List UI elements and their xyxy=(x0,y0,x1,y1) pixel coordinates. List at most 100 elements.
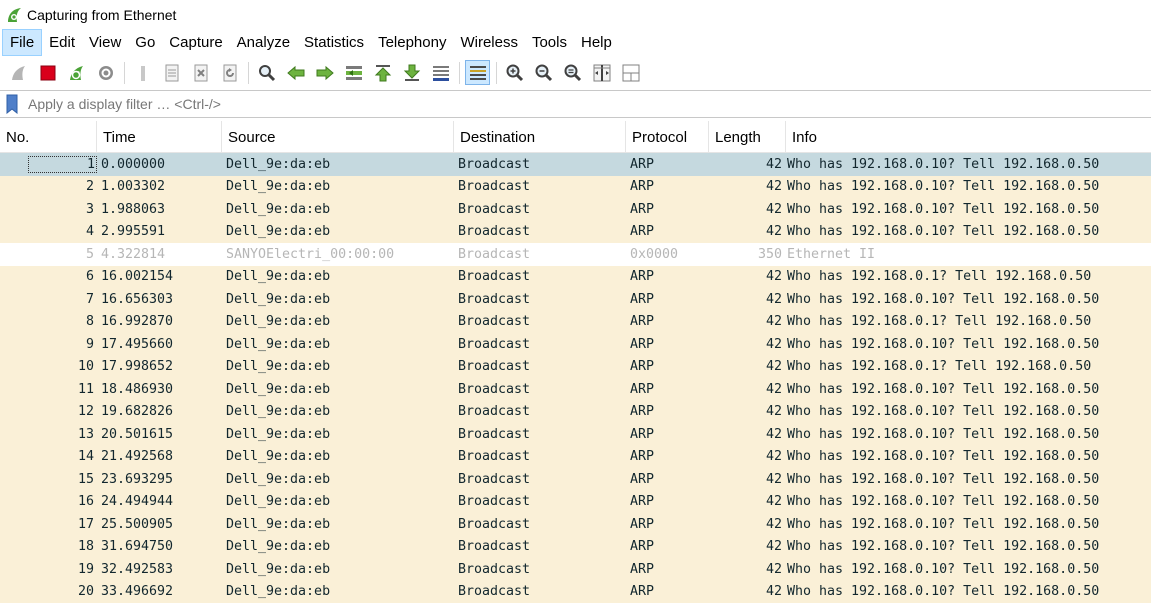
packet-destination: Broadcast xyxy=(454,176,626,199)
column-header-source[interactable]: Source xyxy=(222,121,454,153)
packet-row[interactable]: 8 16.992870 Dell_9e:da:eb Broadcast ARP 42 Who… xyxy=(0,310,1151,334)
go-last-packet-icon[interactable] xyxy=(399,60,424,85)
packet-info: Who has 192.168.0.10? Tell 192.168.0.50 xyxy=(786,446,1151,469)
packet-source-text: Dell_9e:da:eb xyxy=(226,269,331,285)
packet-row[interactable]: 16 24.494944 Dell_9e:da:eb Broadcast ARP 42 Wh… xyxy=(0,490,1151,513)
shark-fin-start-icon[interactable] xyxy=(6,60,31,85)
packet-row[interactable]: 13 20.501615 Dell_9e:da:eb Broadcast ARP 42 Wh… xyxy=(0,423,1151,446)
packet-length: 42 xyxy=(709,513,786,536)
packet-row[interactable]: 2 1.003302 Dell_9e:da:eb Broadcast ARP 42 Who … xyxy=(0,175,1151,199)
packet-row[interactable]: 4 2.995591 Dell_9e:da:eb Broadcast ARP 42 Who … xyxy=(0,220,1151,244)
packet-row[interactable]: 7 16.656303 Dell_9e:da:eb Broadcast ARP 42 Who… xyxy=(0,288,1151,311)
packet-destination: Broadcast xyxy=(454,266,626,289)
packet-row[interactable]: 18 31.694750 Dell_9e:da:eb Broadcast ARP 42 Wh… xyxy=(0,535,1151,559)
packet-info: Ethernet II xyxy=(786,243,1151,266)
column-header-no[interactable]: No. xyxy=(0,121,97,153)
menu-go[interactable]: Go xyxy=(128,29,162,56)
display-filter-input[interactable] xyxy=(24,92,1151,116)
restart-capture-icon[interactable] xyxy=(64,60,89,85)
packet-no: 17 xyxy=(0,513,97,536)
go-to-packet-icon[interactable] xyxy=(341,60,366,85)
packet-length: 42 xyxy=(709,446,786,469)
capture-options-icon[interactable] xyxy=(93,60,118,85)
stop-capture-icon[interactable] xyxy=(35,60,60,85)
packet-length: 42 xyxy=(709,288,786,311)
packet-destination: Broadcast xyxy=(454,243,626,266)
packet-row[interactable]: 9 17.495660 Dell_9e:da:eb Broadcast ARP 42 Who… xyxy=(0,333,1151,356)
packet-row[interactable]: 14 21.492568 Dell_9e:da:eb Broadcast ARP 42 Wh… xyxy=(0,445,1151,469)
packet-length-text: 350 xyxy=(757,246,782,262)
packet-row[interactable]: 5 4.322814 SANYOElectri_00:00:00 Broadcast 0… xyxy=(0,243,1151,266)
packet-destination-text: Broadcast xyxy=(458,381,531,397)
colorize-icon[interactable] xyxy=(465,60,490,85)
packet-info: Who has 192.168.0.10? Tell 192.168.0.50 xyxy=(786,536,1151,559)
packet-info-text: Who has 192.168.0.10? Tell 192.168.0.50 xyxy=(787,381,1100,397)
packet-protocol: ARP xyxy=(626,311,709,334)
packet-row[interactable]: 11 18.486930 Dell_9e:da:eb Broadcast ARP 42 Wh… xyxy=(0,378,1151,401)
menu-file[interactable]: File xyxy=(2,29,43,56)
column-header-info[interactable]: Info xyxy=(786,121,1151,153)
packet-destination-text: Broadcast xyxy=(458,561,531,577)
menu-wireless[interactable]: Wireless xyxy=(453,29,525,56)
packet-no: 14 xyxy=(0,446,97,469)
packet-protocol: ARP xyxy=(626,221,709,244)
packet-row[interactable]: 19 32.492583 Dell_9e:da:eb Broadcast ARP 42 Wh… xyxy=(0,558,1151,581)
menu-capture[interactable]: Capture xyxy=(162,29,229,56)
packet-row[interactable]: 10 17.998652 Dell_9e:da:eb Broadcast ARP 42 Wh… xyxy=(0,355,1151,378)
column-header-time[interactable]: Time xyxy=(97,121,222,153)
packet-destination-text: Broadcast xyxy=(458,179,531,195)
zoom-in-icon[interactable] xyxy=(502,60,527,85)
packet-source: Dell_9e:da:eb xyxy=(222,401,454,424)
packet-row[interactable]: 12 19.682826 Dell_9e:da:eb Broadcast ARP 42 Wh… xyxy=(0,400,1151,424)
menu-analyze[interactable]: Analyze xyxy=(230,29,297,56)
find-packet-icon[interactable] xyxy=(254,60,279,85)
packet-row[interactable]: 1 0.000000 Dell_9e:da:eb Broadcast ARP 42 Who … xyxy=(0,153,1151,176)
packet-time: 25.500905 xyxy=(97,513,222,536)
column-header-length[interactable]: Length xyxy=(709,121,786,153)
bookmark-icon[interactable] xyxy=(0,91,24,117)
menu-statistics[interactable]: Statistics xyxy=(297,29,371,56)
menu-view[interactable]: View xyxy=(82,29,128,56)
packet-length: 42 xyxy=(709,153,786,176)
window-title: Capturing from Ethernet xyxy=(27,6,177,23)
go-back-icon[interactable] xyxy=(283,60,308,85)
packet-row[interactable]: 17 25.500905 Dell_9e:da:eb Broadcast ARP 42 Wh… xyxy=(0,513,1151,536)
packet-protocol-text: ARP xyxy=(630,561,655,577)
packet-row[interactable]: 3 1.988063 Dell_9e:da:eb Broadcast ARP 42 Who … xyxy=(0,198,1151,221)
packet-destination-text: Broadcast xyxy=(458,314,531,330)
packet-time: 31.694750 xyxy=(97,536,222,559)
go-forward-icon[interactable] xyxy=(312,60,337,85)
menu-telephony[interactable]: Telephony xyxy=(371,29,453,56)
save-file-icon[interactable] xyxy=(159,60,184,85)
resize-columns-icon[interactable] xyxy=(589,60,614,85)
packet-destination-text: Broadcast xyxy=(458,539,531,555)
packet-no: 3 xyxy=(0,198,97,221)
packet-length-text: 42 xyxy=(765,561,782,577)
reload-file-icon[interactable] xyxy=(217,60,242,85)
packet-info-text: Who has 192.168.0.1? Tell 192.168.0.50 xyxy=(787,359,1092,375)
packet-info: Who has 192.168.0.1? Tell 192.168.0.50 xyxy=(786,266,1151,289)
auto-scroll-icon[interactable] xyxy=(428,60,453,85)
packet-source: Dell_9e:da:eb xyxy=(222,558,454,581)
packet-length-text: 42 xyxy=(765,404,782,420)
packet-protocol: ARP xyxy=(626,266,709,289)
menu-help[interactable]: Help xyxy=(574,29,619,56)
packet-destination-text: Broadcast xyxy=(458,246,531,262)
layout-icon[interactable] xyxy=(618,60,643,85)
zoom-out-icon[interactable] xyxy=(531,60,556,85)
menu-edit[interactable]: Edit xyxy=(42,29,82,56)
packet-length: 42 xyxy=(709,266,786,289)
column-header-protocol[interactable]: Protocol xyxy=(626,121,709,153)
packet-row[interactable]: 15 23.693295 Dell_9e:da:eb Broadcast ARP 42 Wh… xyxy=(0,468,1151,491)
zoom-normal-icon[interactable] xyxy=(560,60,585,85)
column-header-destination[interactable]: Destination xyxy=(454,121,626,153)
packet-row[interactable]: 20 33.496692 Dell_9e:da:eb Broadcast ARP 42 Wh… xyxy=(0,580,1151,603)
close-file-icon[interactable] xyxy=(188,60,213,85)
menu-tools[interactable]: Tools xyxy=(525,29,574,56)
packet-info: Who has 192.168.0.10? Tell 192.168.0.50 xyxy=(786,378,1151,401)
packet-row[interactable]: 6 16.002154 Dell_9e:da:eb Broadcast ARP 42 Who… xyxy=(0,265,1151,289)
open-file-icon[interactable] xyxy=(130,60,155,85)
go-first-packet-icon[interactable] xyxy=(370,60,395,85)
packet-time-text: 17.495660 xyxy=(101,336,174,352)
packet-protocol-text: ARP xyxy=(630,269,655,285)
